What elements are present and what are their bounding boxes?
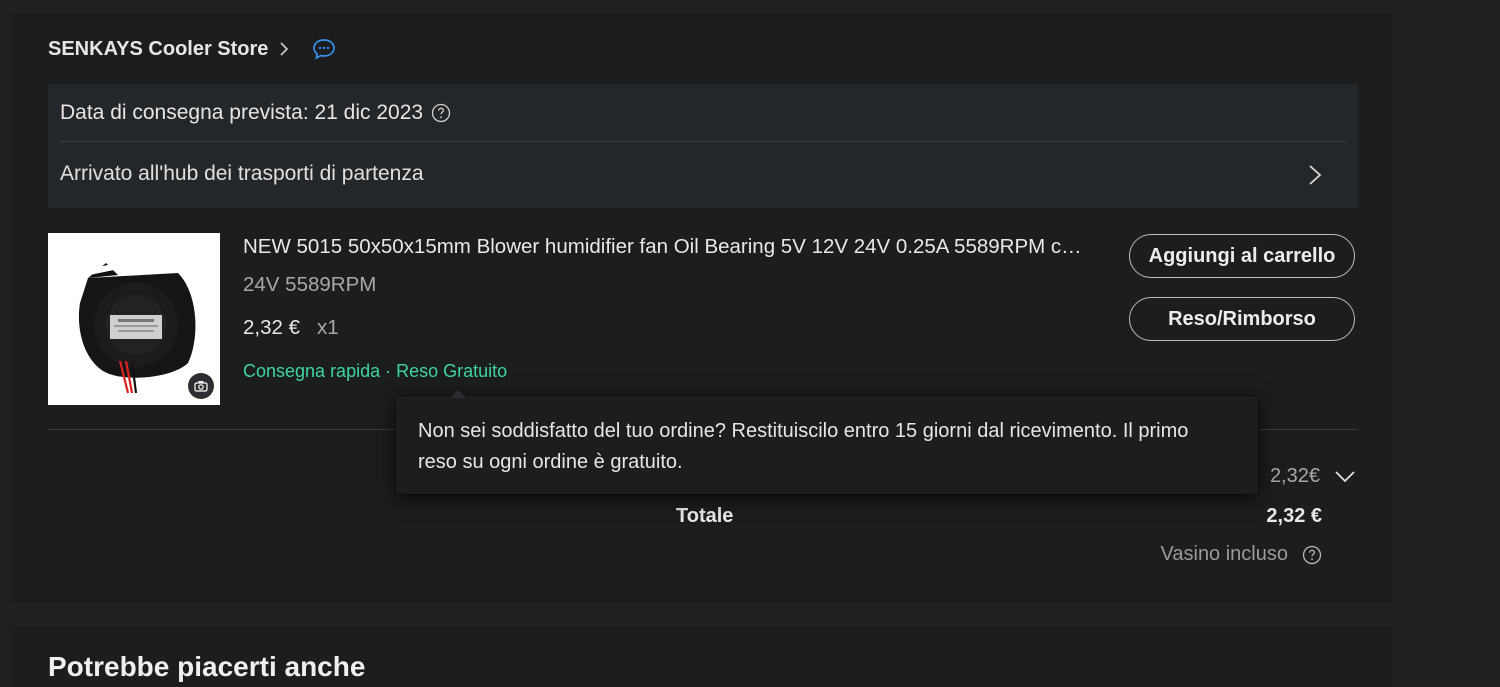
product-title-link[interactable]: NEW 5015 50x50x15mm Blower humidifier fa… <box>243 235 1093 259</box>
shipping-info-panel: Data di consegna prevista: 21 dic 2023 A… <box>48 84 1358 208</box>
chevron-down-icon <box>1335 470 1355 482</box>
add-to-cart-button[interactable]: Aggiungi al carrello <box>1129 234 1355 278</box>
free-return-perk[interactable]: Reso Gratuito <box>396 361 507 382</box>
product-price: 2,32 € <box>243 316 300 339</box>
free-return-tooltip: Non sei soddisfatto del tuo ordine? Rest… <box>396 396 1258 494</box>
store-header: SENKAYS Cooler Store <box>48 35 336 63</box>
chevron-right-icon <box>1309 165 1322 185</box>
price-row: 2,32 € x1 <box>243 316 339 340</box>
subtotal-value: 2,32€ <box>1269 465 1320 487</box>
delivery-estimate-row: Data di consegna prevista: 21 dic 2023 <box>60 98 451 128</box>
vat-note-row: Vasino incluso <box>1161 543 1322 566</box>
tracking-status-row[interactable]: Arrivato all'hub dei trasporti di parten… <box>48 142 1358 208</box>
camera-icon[interactable] <box>188 373 214 399</box>
tooltip-arrow <box>450 390 466 398</box>
product-image[interactable] <box>48 233 220 405</box>
product-variant: 24V 5589RPM <box>243 273 377 296</box>
chat-icon[interactable] <box>312 38 336 60</box>
subtotal-toggle[interactable]: 2,32€ <box>1270 465 1356 488</box>
recommendations-card: Potrebbe piacerti anche <box>13 627 1392 687</box>
perk-separator: · <box>385 361 392 381</box>
return-refund-button[interactable]: Reso/Rimborso <box>1129 297 1355 341</box>
help-circle-icon[interactable] <box>431 103 451 123</box>
fast-delivery-perk[interactable]: Consegna rapida <box>243 361 380 382</box>
vat-note: Vasino incluso <box>1160 543 1288 565</box>
tracking-status-text: Arrivato all'hub dei trasporti di parten… <box>60 162 424 185</box>
help-circle-icon[interactable] <box>1302 545 1322 565</box>
delivery-estimate-text: Data di consegna prevista: 21 dic 2023 <box>60 101 424 124</box>
product-perks: Consegna rapida · Reso Gratuito <box>243 361 507 382</box>
store-name-link[interactable]: SENKAYS Cooler Store <box>48 38 268 61</box>
order-card: SENKAYS Cooler Store Data di consegna pr… <box>13 13 1392 603</box>
chevron-right-icon[interactable] <box>278 42 290 56</box>
recommendations-title: Potrebbe piacerti anche <box>48 651 366 682</box>
product-quantity: x1 <box>317 316 339 339</box>
total-value: 2,32 € <box>1266 505 1322 527</box>
tooltip-text: Non sei soddisfatto del tuo ordine? Rest… <box>418 420 1189 473</box>
total-label: Totale <box>676 505 734 527</box>
